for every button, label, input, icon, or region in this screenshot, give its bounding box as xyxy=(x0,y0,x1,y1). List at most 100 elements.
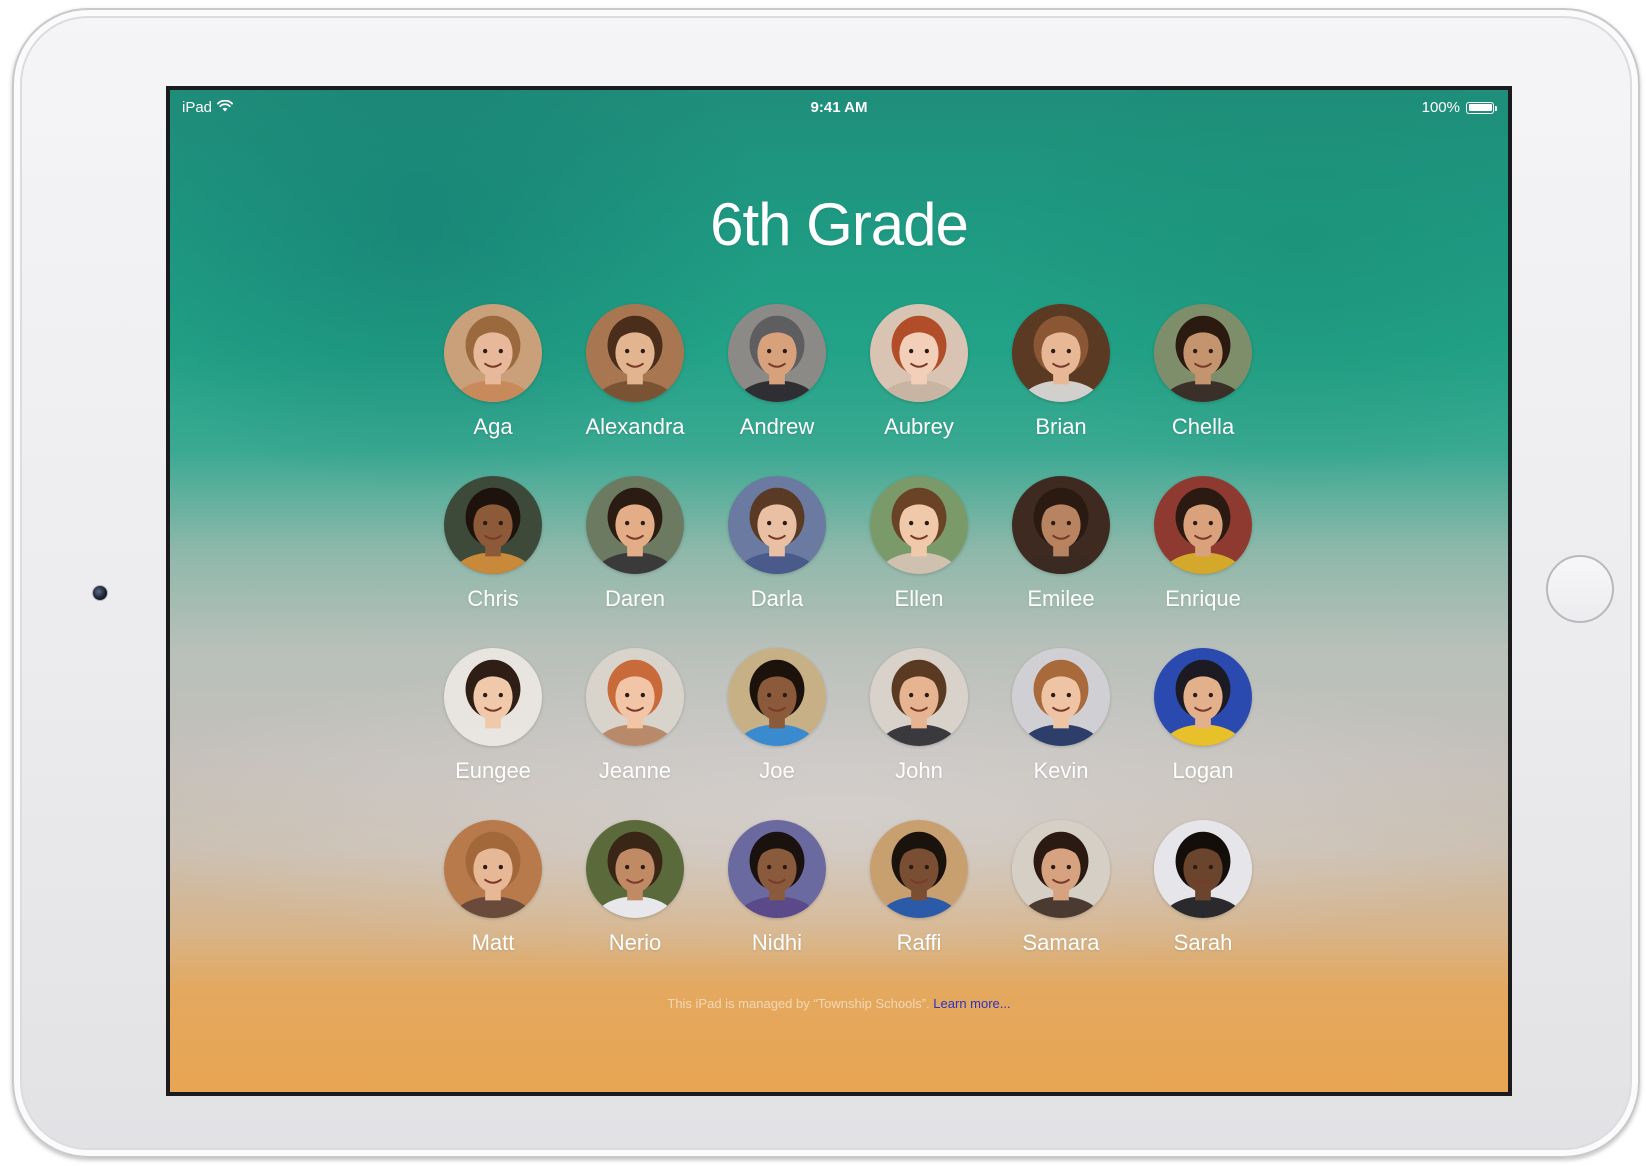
avatar[interactable] xyxy=(1154,820,1252,918)
student-eungee[interactable]: Eungee xyxy=(422,648,564,820)
managed-text: This iPad is managed by “Township School… xyxy=(667,996,930,1011)
student-photo xyxy=(1012,648,1110,746)
student-chella[interactable]: Chella xyxy=(1132,304,1274,476)
student-name: Chris xyxy=(467,586,519,611)
student-daren[interactable]: Daren xyxy=(564,476,706,648)
student-name: Sarah xyxy=(1173,930,1233,955)
student-photo xyxy=(444,648,542,746)
learn-more-link[interactable]: Learn more... xyxy=(933,996,1010,1011)
student-photo xyxy=(586,476,684,574)
student-name: Nidhi xyxy=(751,930,803,955)
student-name: Aubrey xyxy=(884,414,954,439)
avatar[interactable] xyxy=(1154,304,1252,402)
student-logan[interactable]: Logan xyxy=(1132,648,1274,820)
avatar[interactable] xyxy=(586,304,684,402)
student-emilee[interactable]: Emilee xyxy=(990,476,1132,648)
student-photo xyxy=(1154,304,1252,402)
avatar[interactable] xyxy=(728,648,826,746)
avatar[interactable] xyxy=(728,476,826,574)
battery-icon xyxy=(1466,101,1497,114)
student-joe[interactable]: Joe xyxy=(706,648,848,820)
student-name: Kevin xyxy=(1033,758,1089,783)
ipad-device-frame: iPad 9:41 AM 100% 6th Grade Aga Alexandra… xyxy=(12,8,1640,1158)
student-photo xyxy=(1154,476,1252,574)
avatar[interactable] xyxy=(444,304,542,402)
student-matt[interactable]: Matt xyxy=(422,820,564,992)
avatar[interactable] xyxy=(870,820,968,918)
status-right: 100% xyxy=(1421,99,1497,116)
student-jeanne[interactable]: Jeanne xyxy=(564,648,706,820)
student-name: Alexandra xyxy=(585,414,685,439)
student-photo xyxy=(728,304,826,402)
avatar[interactable] xyxy=(1012,648,1110,746)
student-photo xyxy=(870,304,968,402)
student-ellen[interactable]: Ellen xyxy=(848,476,990,648)
student-samara[interactable]: Samara xyxy=(990,820,1132,992)
student-photo xyxy=(444,820,542,918)
avatar[interactable] xyxy=(870,304,968,402)
managed-notice: This iPad is managed by “Township School… xyxy=(170,996,1508,1011)
student-aubrey[interactable]: Aubrey xyxy=(848,304,990,476)
student-name: Darla xyxy=(750,586,804,611)
avatar[interactable] xyxy=(444,820,542,918)
student-name: Joe xyxy=(759,758,795,783)
student-enrique[interactable]: Enrique xyxy=(1132,476,1274,648)
student-photo xyxy=(870,476,968,574)
student-sarah[interactable]: Sarah xyxy=(1132,820,1274,992)
student-nerio[interactable]: Nerio xyxy=(564,820,706,992)
status-time: 9:41 AM xyxy=(810,99,868,116)
student-photo xyxy=(728,476,826,574)
avatar[interactable] xyxy=(1154,476,1252,574)
student-photo xyxy=(444,304,542,402)
front-camera xyxy=(92,585,108,601)
avatar[interactable] xyxy=(1012,820,1110,918)
student-name: Jeanne xyxy=(598,758,672,783)
battery-percent: 100% xyxy=(1421,99,1460,116)
student-raffi[interactable]: Raffi xyxy=(848,820,990,992)
student-grid: Aga Alexandra Andrew Aubrey Brian Chella Chris… xyxy=(422,304,1276,992)
student-andrew[interactable]: Andrew xyxy=(706,304,848,476)
ipad-screen: iPad 9:41 AM 100% 6th Grade Aga Alexandra… xyxy=(166,86,1512,1096)
avatar[interactable] xyxy=(870,648,968,746)
student-photo xyxy=(444,476,542,574)
status-bar: iPad 9:41 AM 100% xyxy=(170,90,1508,124)
student-chris[interactable]: Chris xyxy=(422,476,564,648)
student-kevin[interactable]: Kevin xyxy=(990,648,1132,820)
student-photo xyxy=(586,820,684,918)
student-photo xyxy=(586,304,684,402)
avatar[interactable] xyxy=(1012,476,1110,574)
student-brian[interactable]: Brian xyxy=(990,304,1132,476)
student-nidhi[interactable]: Nidhi xyxy=(706,820,848,992)
student-photo xyxy=(870,648,968,746)
student-photo xyxy=(1012,820,1110,918)
student-name: Matt xyxy=(471,930,515,955)
student-alexandra[interactable]: Alexandra xyxy=(564,304,706,476)
student-name: John xyxy=(895,758,943,783)
student-photo xyxy=(728,820,826,918)
avatar[interactable] xyxy=(586,648,684,746)
avatar[interactable] xyxy=(1012,304,1110,402)
avatar[interactable] xyxy=(444,476,542,574)
student-photo xyxy=(1012,304,1110,402)
student-aga[interactable]: Aga xyxy=(422,304,564,476)
student-name: Brian xyxy=(1035,414,1087,439)
student-name: Ellen xyxy=(894,586,944,611)
avatar[interactable] xyxy=(444,648,542,746)
student-name: Nerio xyxy=(608,930,662,955)
avatar[interactable] xyxy=(870,476,968,574)
avatar[interactable] xyxy=(728,820,826,918)
student-name: Raffi xyxy=(896,930,942,955)
student-name: Logan xyxy=(1172,758,1234,783)
student-name: Enrique xyxy=(1165,586,1241,611)
student-photo xyxy=(870,820,968,918)
student-john[interactable]: John xyxy=(848,648,990,820)
avatar[interactable] xyxy=(1154,648,1252,746)
avatar[interactable] xyxy=(586,476,684,574)
avatar[interactable] xyxy=(728,304,826,402)
student-name: Aga xyxy=(473,414,513,439)
avatar[interactable] xyxy=(586,820,684,918)
student-photo xyxy=(586,648,684,746)
home-button[interactable] xyxy=(1546,555,1614,623)
student-darla[interactable]: Darla xyxy=(706,476,848,648)
battery-fill xyxy=(1468,104,1492,111)
